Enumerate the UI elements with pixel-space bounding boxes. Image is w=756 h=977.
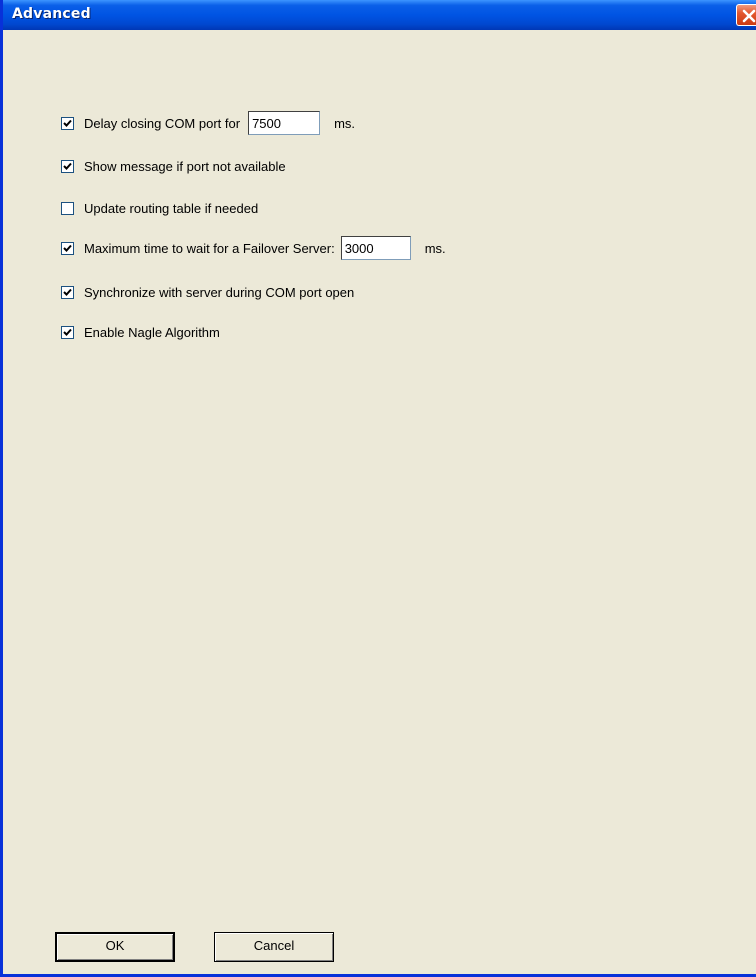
- delay-closing-unit: ms.: [334, 115, 356, 131]
- window-title: Advanced: [12, 6, 91, 22]
- update-routing-label: Update routing table if needed: [84, 200, 259, 216]
- delay-closing-checkbox[interactable]: [61, 116, 74, 130]
- option-show-message: Show message if port not available: [61, 156, 286, 176]
- checkmark-icon: [63, 119, 72, 127]
- checkmark-icon: [63, 244, 72, 252]
- failover-wait-input[interactable]: [340, 236, 411, 260]
- nagle-checkbox[interactable]: [61, 325, 74, 339]
- delay-closing-input[interactable]: [248, 111, 321, 135]
- show-message-label: Show message if port not available: [84, 158, 286, 174]
- checkmark-icon: [63, 328, 72, 336]
- update-routing-checkbox[interactable]: [61, 201, 74, 215]
- option-synchronize: Synchronize with server during COM port …: [61, 282, 354, 302]
- synchronize-label: Synchronize with server during COM port …: [84, 284, 355, 300]
- synchronize-checkbox[interactable]: [61, 285, 74, 299]
- failover-wait-checkbox[interactable]: [61, 241, 74, 255]
- delay-closing-label: Delay closing COM port for: [84, 115, 241, 131]
- nagle-label: Enable Nagle Algorithm: [84, 324, 220, 340]
- option-failover-wait: Maximum time to wait for a Failover Serv…: [61, 236, 446, 260]
- failover-wait-unit: ms.: [424, 240, 446, 256]
- checkmark-icon: [63, 288, 72, 296]
- cancel-button[interactable]: Cancel: [214, 932, 334, 962]
- failover-wait-label: Maximum time to wait for a Failover Serv…: [84, 240, 335, 256]
- title-bar[interactable]: Advanced: [3, 0, 756, 30]
- show-message-checkbox[interactable]: [61, 159, 74, 173]
- ok-button[interactable]: OK: [55, 932, 175, 962]
- option-update-routing: Update routing table if needed: [61, 198, 258, 218]
- close-icon: [742, 9, 756, 23]
- close-button[interactable]: [736, 4, 756, 26]
- checkmark-icon: [63, 162, 72, 170]
- option-nagle: Enable Nagle Algorithm: [61, 322, 220, 342]
- option-delay-closing: Delay closing COM port for ms.: [61, 111, 356, 135]
- advanced-dialog: Advanced Delay closing COM port for ms. …: [0, 0, 756, 977]
